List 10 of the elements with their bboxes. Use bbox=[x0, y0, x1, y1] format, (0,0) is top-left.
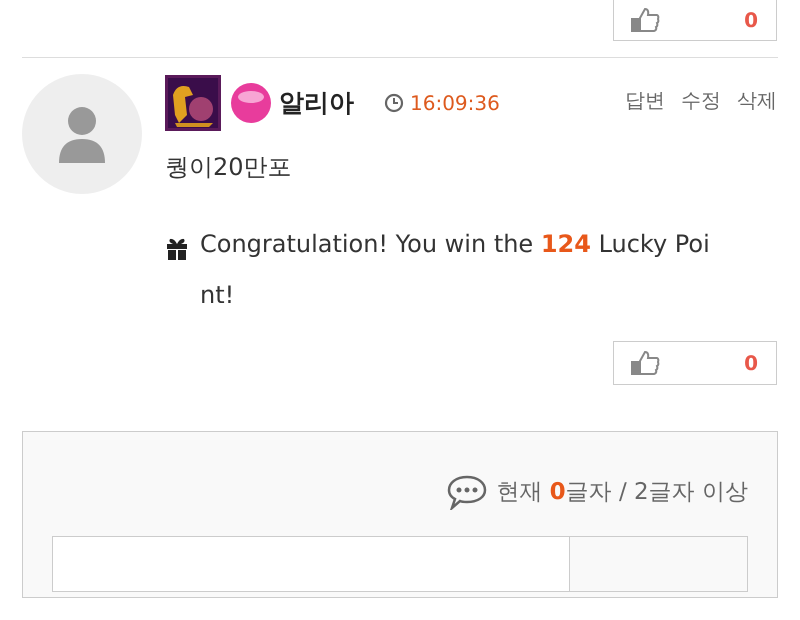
character-counter: 현재 0글자 / 2글자 이상 bbox=[496, 478, 748, 507]
action-link[interactable]: 삭제 bbox=[737, 85, 777, 115]
author-name: 알리아 bbox=[279, 87, 354, 120]
lucky-point-message: Congratulation! You win the 124 Lucky Point! bbox=[200, 229, 711, 311]
like-button[interactable]: 0 bbox=[613, 341, 777, 385]
comment-time: 16:09:36 bbox=[410, 90, 500, 117]
action-link[interactable]: 수정 bbox=[681, 85, 721, 115]
action-link[interactable]: 답변 bbox=[625, 85, 665, 115]
comment-text: 퀑이20만포 bbox=[165, 152, 293, 183]
like-button[interactable]: 0 bbox=[613, 0, 777, 41]
